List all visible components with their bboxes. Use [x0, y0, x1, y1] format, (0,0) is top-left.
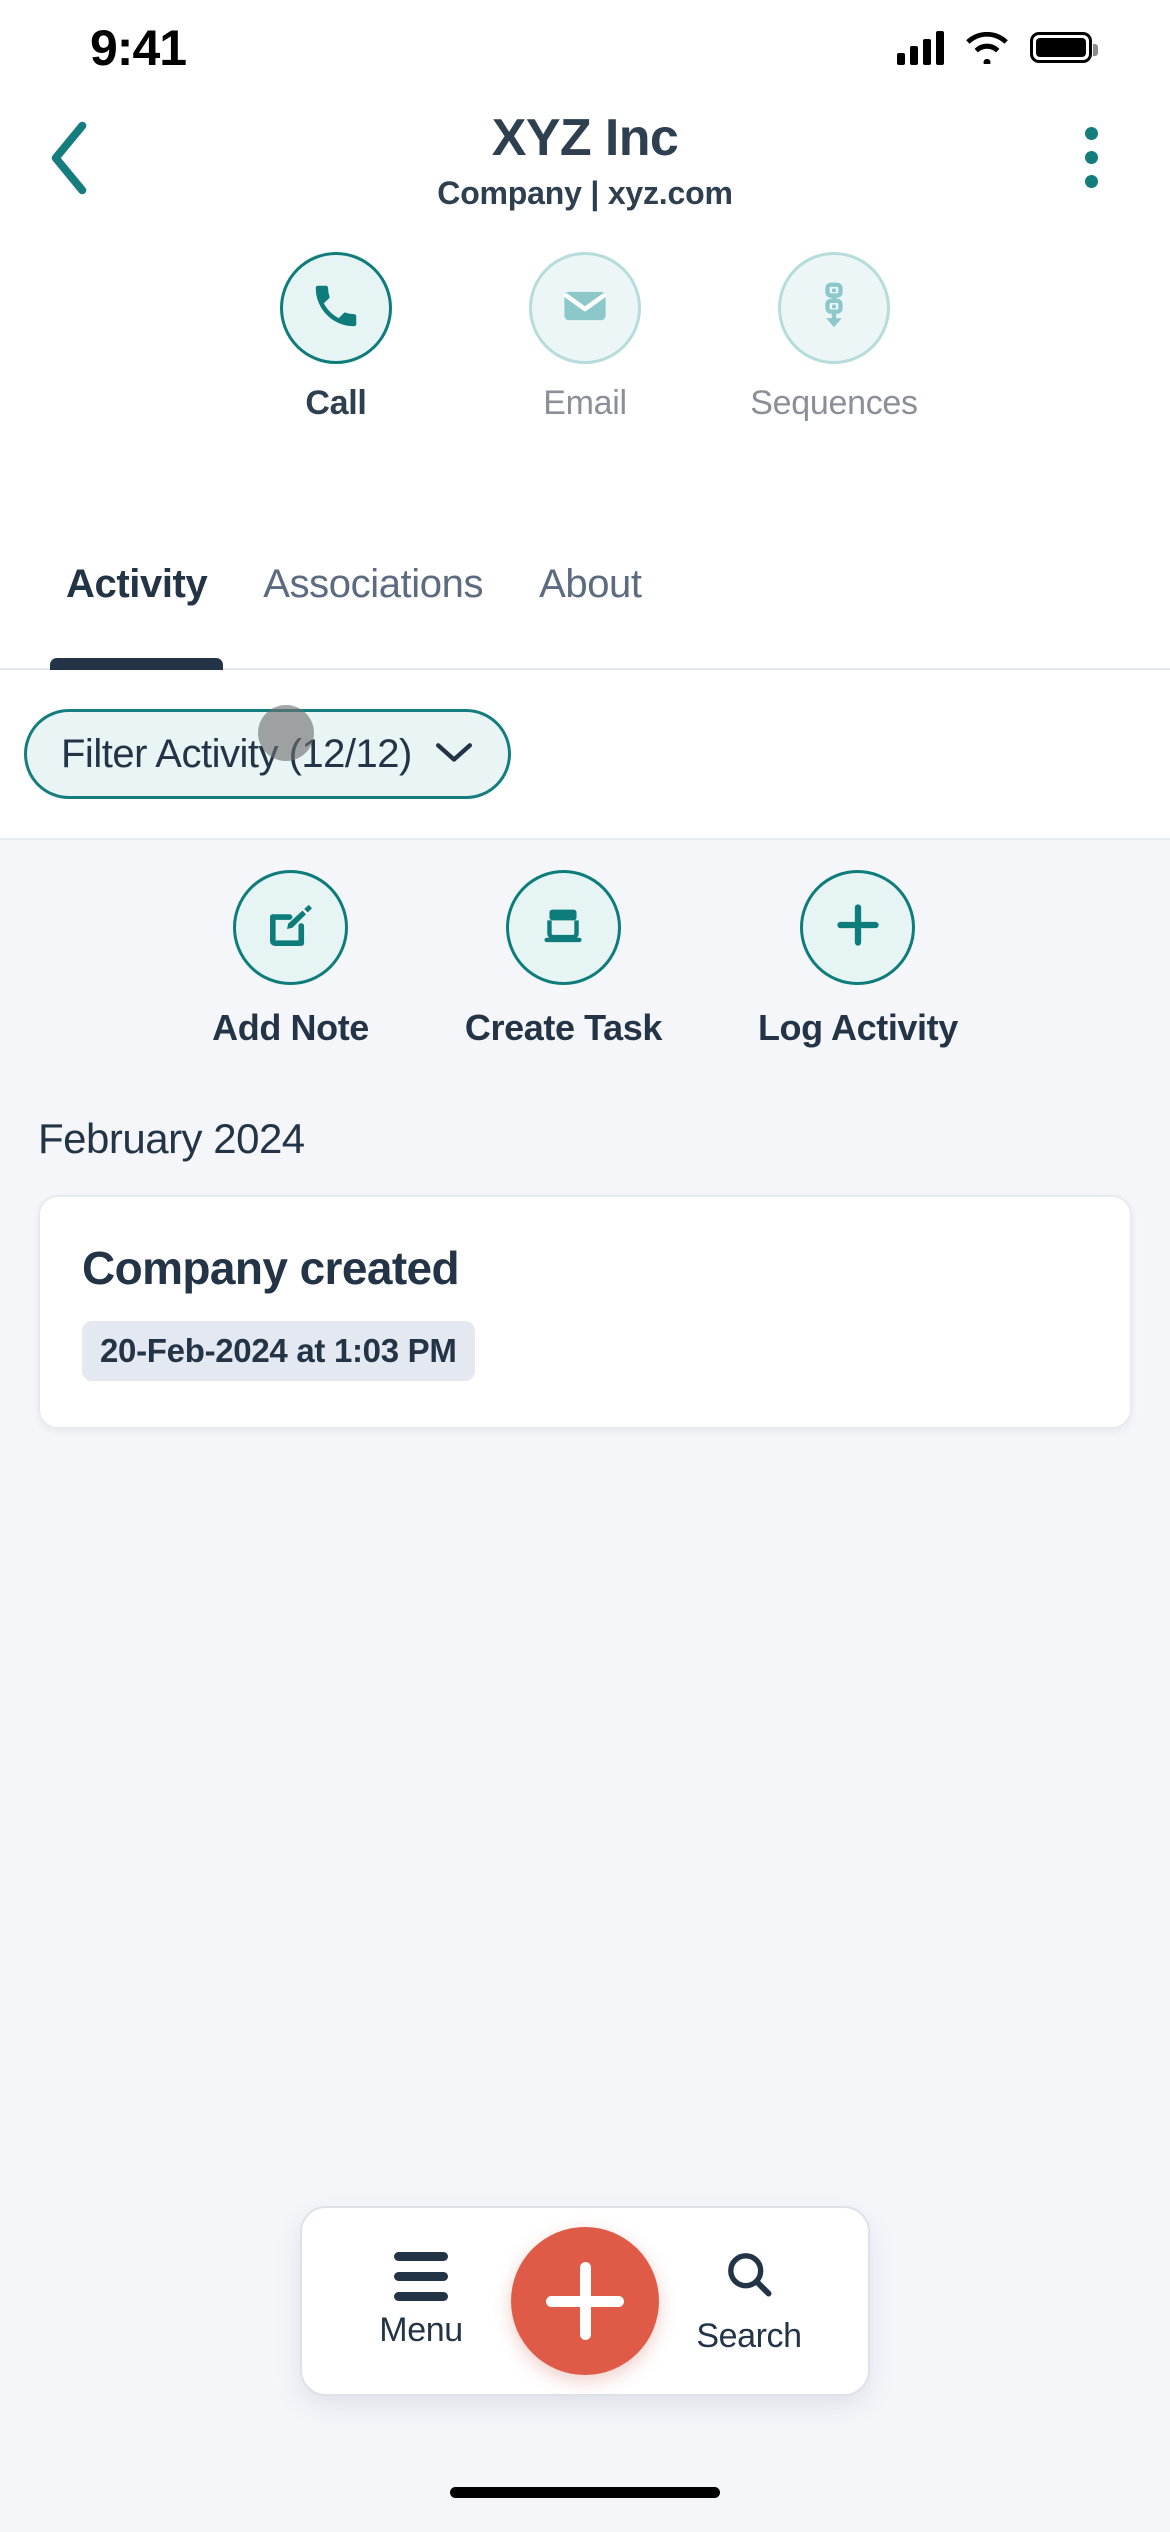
overflow-menu-button[interactable] [1056, 113, 1126, 203]
back-button[interactable] [24, 113, 114, 203]
log-activity-action[interactable]: Log Activity [758, 870, 958, 1049]
home-indicator [450, 2487, 720, 2498]
nav-row: XYZ Inc Company | xyz.com [0, 95, 1170, 220]
quick-action-sequences[interactable]: Sequences [742, 252, 927, 423]
task-laptop-icon [535, 897, 591, 958]
create-task-action[interactable]: Create Task [465, 870, 662, 1049]
tab-about[interactable]: About [511, 540, 670, 670]
add-note-button[interactable] [233, 870, 349, 985]
log-activity-button[interactable] [800, 870, 916, 985]
phone-icon [309, 279, 363, 338]
search-icon [721, 2246, 777, 2307]
touch-indicator [258, 705, 314, 761]
page-title: XYZ Inc [491, 108, 679, 167]
kebab-dot [1084, 175, 1098, 188]
create-task-button[interactable] [505, 870, 621, 985]
call-button[interactable] [280, 252, 392, 364]
cellular-signal-icon [897, 30, 944, 65]
header-titles: XYZ Inc Company | xyz.com [0, 103, 1170, 212]
status-time: 9:41 [90, 19, 187, 76]
sequences-button[interactable] [778, 252, 890, 364]
page-header: XYZ Inc Company | xyz.com Call Email Seq… [0, 95, 1170, 540]
wifi-icon [966, 31, 1008, 66]
hamburger-icon [394, 2252, 448, 2301]
battery-icon [1030, 32, 1098, 63]
create-fab-button[interactable] [511, 2227, 659, 2375]
back-chevron-icon [46, 120, 92, 196]
status-icons [897, 30, 1098, 66]
search-button[interactable]: Search [674, 2246, 824, 2356]
bottom-nav-bar: Menu Search [300, 2206, 870, 2396]
add-note-label: Add Note [212, 1007, 369, 1048]
log-activity-label: Log Activity [757, 1007, 958, 1048]
tab-activity[interactable]: Activity [38, 540, 235, 672]
activity-actions: Add Note Create Task Log Activity [0, 870, 1170, 1049]
menu-label: Menu [379, 2311, 463, 2349]
quick-action-call[interactable]: Call [244, 252, 429, 423]
page-subtitle: Company | xyz.com [437, 175, 733, 212]
kebab-dot [1084, 127, 1098, 140]
call-label: Call [305, 384, 367, 422]
timeline-entry-title: Company created [82, 1242, 460, 1294]
quick-actions: Call Email Sequences [0, 252, 1170, 423]
timeline-entry-card[interactable]: Company created 20-Feb-2024 at 1:03 PM [38, 1195, 1132, 1429]
tab-associations[interactable]: Associations [235, 540, 511, 670]
kebab-dot [1084, 151, 1098, 164]
timeline-month-header: February 2024 [38, 1115, 305, 1162]
envelope-icon [559, 280, 611, 337]
tab-bar: Activity Associations About [0, 540, 1170, 672]
chevron-down-icon [434, 740, 474, 769]
sequences-icon [808, 280, 860, 337]
plus-icon [830, 897, 886, 958]
app-screen: 9:41 XYZ Inc Company | xyz.com Call Emai… [0, 0, 1170, 2532]
status-bar: 9:41 [0, 0, 1170, 95]
bottom-nav-area: Menu Search [0, 2182, 1170, 2532]
email-label: Email [543, 384, 627, 422]
menu-button[interactable]: Menu [346, 2252, 496, 2350]
create-task-label: Create Task [464, 1007, 662, 1048]
sequences-label: Sequences [750, 384, 918, 422]
email-button[interactable] [529, 252, 641, 364]
filter-activity-label: Filter Activity (12/12) [61, 731, 412, 776]
search-label: Search [696, 2317, 802, 2355]
timeline-entry-timestamp: 20-Feb-2024 at 1:03 PM [82, 1321, 475, 1381]
edit-note-icon [263, 897, 319, 958]
quick-action-email[interactable]: Email [493, 252, 678, 423]
add-note-action[interactable]: Add Note [212, 870, 369, 1049]
filter-bar: Filter Activity (12/12) [0, 670, 1170, 840]
